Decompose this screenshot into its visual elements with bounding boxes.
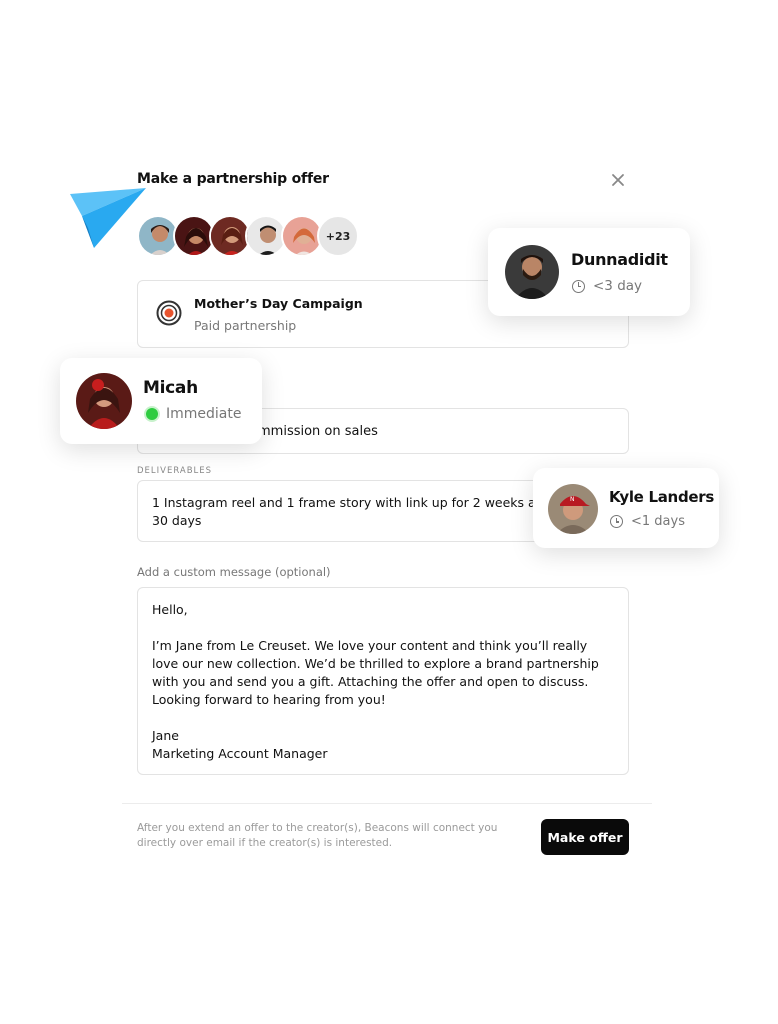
creator-name: Kyle Landers (609, 488, 714, 506)
online-status-icon (146, 408, 158, 420)
creator-response-time: <3 day (572, 278, 642, 294)
paper-plane-icon (70, 188, 146, 248)
custom-message-textarea[interactable]: Hello, I’m Jane from Le Creuset. We love… (137, 587, 629, 775)
creator-avatar: N (548, 484, 598, 534)
creator-card-micah[interactable]: Micah Immediate (60, 358, 262, 444)
campaign-type: Paid partnership (194, 318, 297, 333)
creator-avatar (76, 373, 132, 429)
clock-icon (610, 515, 623, 528)
campaign-icon (156, 300, 182, 326)
creator-response-time: <1 days (610, 514, 685, 529)
svg-text:N: N (570, 496, 575, 503)
creator-card-kyle-landers[interactable]: N Kyle Landers <1 days (533, 468, 719, 548)
creator-status: Immediate (166, 406, 242, 422)
custom-message-value: Hello, I’m Jane from Le Creuset. We love… (152, 602, 599, 761)
compensation-value: mmission on sales (258, 424, 378, 439)
clock-icon (572, 279, 585, 293)
deliverables-label: DELIVERABLES (137, 466, 213, 476)
creator-card-dunnadidit[interactable]: Dunnadidit <3 day (488, 228, 690, 316)
close-icon[interactable] (606, 168, 630, 192)
creator-name: Micah (143, 378, 198, 398)
campaign-name: Mother’s Day Campaign (194, 296, 363, 311)
creator-name: Dunnadidit (571, 250, 668, 269)
footer-note: After you extend an offer to the creator… (137, 822, 498, 849)
creator-avatar (505, 245, 559, 299)
creator-status: <3 day (593, 278, 643, 294)
modal-title: Make a partnership offer (137, 171, 329, 187)
make-offer-button[interactable]: Make offer (541, 819, 629, 855)
footer-divider (122, 803, 652, 804)
more-creators-badge[interactable]: +23 (317, 215, 359, 257)
creator-status: <1 days (631, 514, 685, 529)
custom-message-label: Add a custom message (optional) (137, 565, 331, 579)
creator-availability: Immediate (146, 406, 241, 422)
